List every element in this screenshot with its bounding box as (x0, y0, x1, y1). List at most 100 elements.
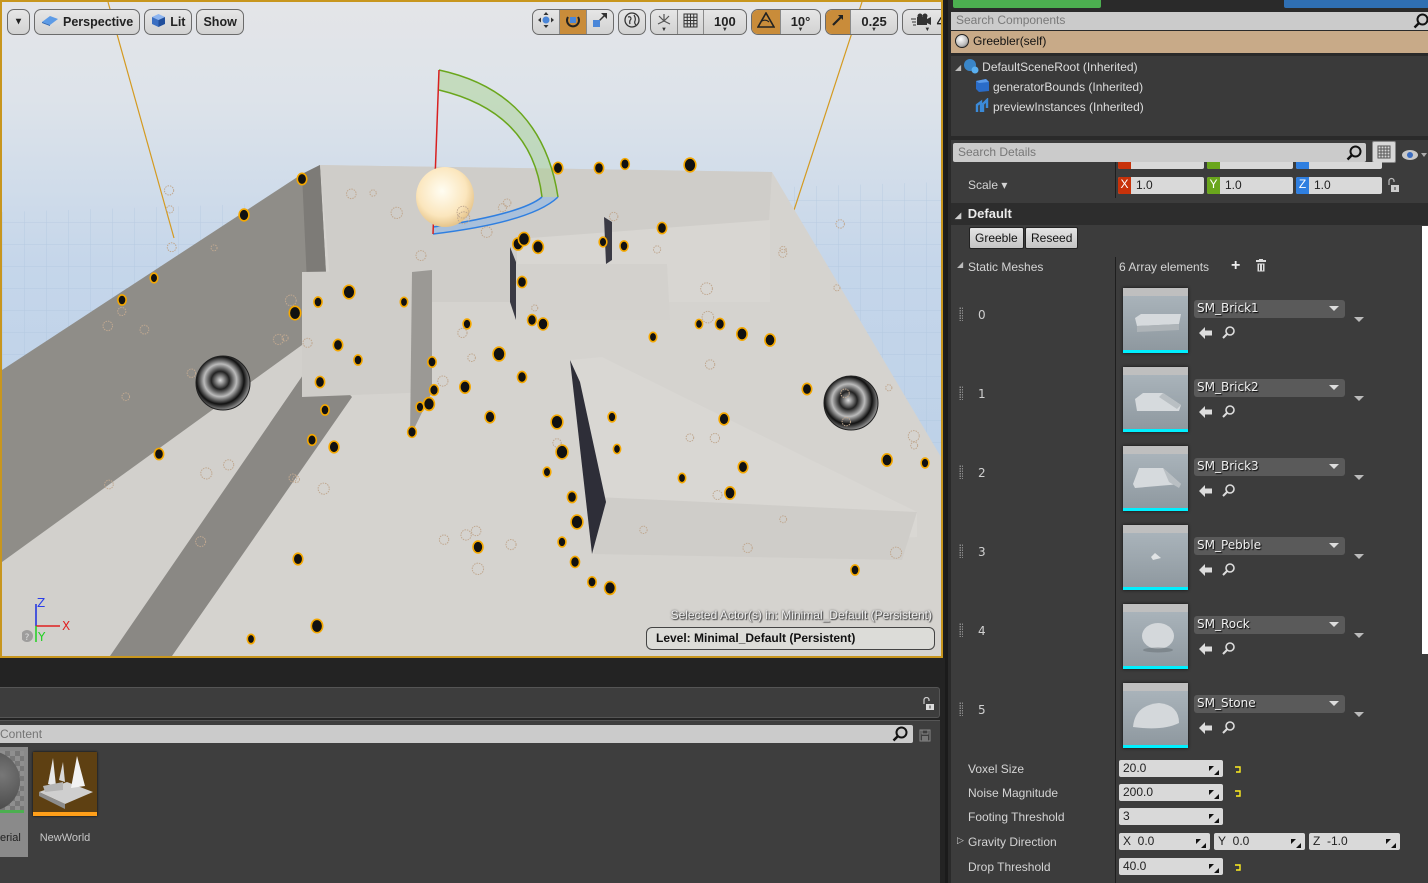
greeble-instance[interactable] (607, 411, 617, 423)
greeble-instance[interactable] (735, 326, 749, 342)
greeble-instance[interactable] (557, 536, 567, 548)
camera-speed-group[interactable]: 4▼ (901, 8, 941, 35)
greeble-instance[interactable] (550, 414, 564, 430)
reset-to-default-icon[interactable] (1234, 763, 1242, 777)
greeble-instance[interactable] (492, 346, 506, 362)
use-selected-arrow-icon[interactable] (1199, 482, 1212, 501)
browse-magnifier-icon[interactable] (1222, 561, 1235, 580)
view-mode-button[interactable]: Perspective (34, 8, 141, 35)
drag-grip-icon[interactable] (959, 544, 963, 558)
element-options-arrow-icon[interactable] (1354, 633, 1364, 638)
mesh-asset-picker[interactable]: SM_Brick2 (1194, 379, 1345, 397)
tree-item-default-scene-root[interactable]: ◢ DefaultSceneRoot (Inherited) (955, 57, 1138, 77)
greeble-instance[interactable] (415, 401, 425, 413)
greeble-instance[interactable] (881, 453, 893, 467)
viewport-options-button[interactable]: ▾ (7, 8, 30, 35)
scale-tool[interactable] (587, 10, 613, 34)
greeble-instance[interactable] (313, 296, 323, 308)
mesh-thumbnail[interactable] (1123, 683, 1188, 748)
gravity-z-field[interactable]: Z -1.0 (1309, 833, 1400, 850)
surface-snap-toggle[interactable]: ▼ (651, 9, 678, 34)
greeble-instance[interactable] (694, 318, 704, 330)
greeble-instance[interactable] (552, 161, 564, 175)
drag-grip-icon[interactable] (959, 623, 963, 637)
translate-tool[interactable] (533, 9, 560, 34)
rotate-tool[interactable] (560, 9, 587, 34)
collapse-triangle-icon[interactable]: ◢ (957, 260, 963, 269)
greeble-instance[interactable] (517, 231, 531, 247)
tree-item-preview-instances[interactable]: previewInstances (Inherited) (975, 97, 1144, 117)
drag-grip-icon[interactable] (959, 307, 963, 321)
scale-lock-icon[interactable] (1387, 177, 1399, 196)
use-selected-arrow-icon[interactable] (1199, 719, 1212, 738)
greeble-instance[interactable] (462, 318, 472, 330)
greeble-instance[interactable] (598, 236, 608, 248)
collapse-triangle-icon[interactable]: ◢ (955, 63, 961, 72)
level-viewport[interactable]: ▾ Perspective Lit Show ▼ 100 ▼ 10° ▼ 0.2… (0, 0, 943, 658)
use-selected-arrow-icon[interactable] (1199, 561, 1212, 580)
expand-triangle-icon[interactable]: ▷ (957, 835, 964, 846)
greeble-instance[interactable] (516, 275, 528, 289)
mesh-asset-picker[interactable]: SM_Rock (1194, 616, 1345, 634)
greeble-instance[interactable] (426, 355, 438, 369)
element-options-arrow-icon[interactable] (1354, 475, 1364, 480)
greeble-instance[interactable] (619, 240, 629, 252)
grid-snap-toggle[interactable] (678, 9, 704, 34)
greeble-instance[interactable] (406, 425, 418, 439)
reset-to-default-icon[interactable] (1234, 787, 1242, 801)
greeble-instance[interactable] (603, 580, 617, 596)
greeble-instance[interactable] (422, 396, 436, 412)
rotation-snap-value[interactable]: 10° ▼ (781, 10, 821, 34)
gravity-x-field[interactable]: X 0.0 (1119, 833, 1210, 850)
greeble-instance[interactable] (714, 317, 726, 331)
reseed-button[interactable]: Reseed (1025, 227, 1079, 249)
mesh-thumbnail[interactable] (1123, 525, 1188, 590)
drop-threshold-field[interactable]: 40.0 (1119, 858, 1223, 875)
voxel-size-field[interactable]: 20.0 (1119, 760, 1223, 777)
mesh-asset-picker[interactable]: SM_Brick3 (1194, 458, 1345, 476)
reset-to-default-icon[interactable] (1234, 861, 1242, 875)
element-options-arrow-icon[interactable] (1354, 712, 1364, 717)
drag-grip-icon[interactable] (959, 386, 963, 400)
browse-magnifier-icon[interactable] (1222, 324, 1235, 343)
component-self-item[interactable]: Greebler(self) (951, 31, 1428, 53)
greeble-instance[interactable] (570, 514, 584, 530)
greeble-instance[interactable] (328, 440, 340, 454)
greeble-instance[interactable] (314, 375, 326, 389)
viewport-scene[interactable] (2, 2, 941, 656)
greeble-instance[interactable] (537, 317, 549, 331)
category-default-header[interactable]: ◢ Default (951, 203, 1428, 225)
element-options-arrow-icon[interactable] (1354, 396, 1364, 401)
greeble-instance[interactable] (296, 172, 308, 186)
greeble-instance[interactable] (586, 575, 598, 589)
mesh-asset-picker[interactable]: SM_Pebble (1194, 537, 1345, 555)
greeble-instance[interactable] (516, 370, 528, 384)
greeble-instance[interactable] (149, 272, 159, 284)
drag-grip-icon[interactable] (959, 465, 963, 479)
greeble-instance[interactable] (310, 618, 324, 634)
use-selected-arrow-icon[interactable] (1199, 403, 1212, 422)
mesh-asset-picker[interactable]: SM_Brick1 (1194, 300, 1345, 318)
greeble-instance[interactable] (353, 354, 363, 366)
mesh-thumbnail[interactable] (1123, 367, 1188, 432)
use-selected-arrow-icon[interactable] (1199, 324, 1212, 343)
save-search-icon[interactable] (919, 727, 931, 746)
search-details-input[interactable]: Search Details (953, 143, 1366, 162)
greeble-instance[interactable] (737, 460, 749, 474)
greeble-instance[interactable] (656, 221, 668, 235)
greeble-instance[interactable] (648, 331, 658, 343)
greeble-instance[interactable] (619, 157, 631, 171)
greeble-instance[interactable] (153, 447, 165, 461)
greeble-instance[interactable] (566, 490, 578, 504)
reflection-sphere-left[interactable] (195, 355, 251, 411)
greeble-instance[interactable] (683, 157, 697, 173)
content-search-input[interactable]: Content (0, 725, 913, 743)
scale-snap-value[interactable]: 0.25 ▼ (851, 10, 896, 34)
scale-label[interactable]: Scale ▾ (968, 178, 1007, 192)
element-options-arrow-icon[interactable] (1354, 317, 1364, 322)
mesh-thumbnail[interactable] (1123, 446, 1188, 511)
greeble-instance[interactable] (459, 380, 471, 394)
greeble-instance[interactable] (718, 412, 730, 426)
property-matrix-button[interactable] (1372, 141, 1396, 163)
element-options-arrow-icon[interactable] (1354, 554, 1364, 559)
